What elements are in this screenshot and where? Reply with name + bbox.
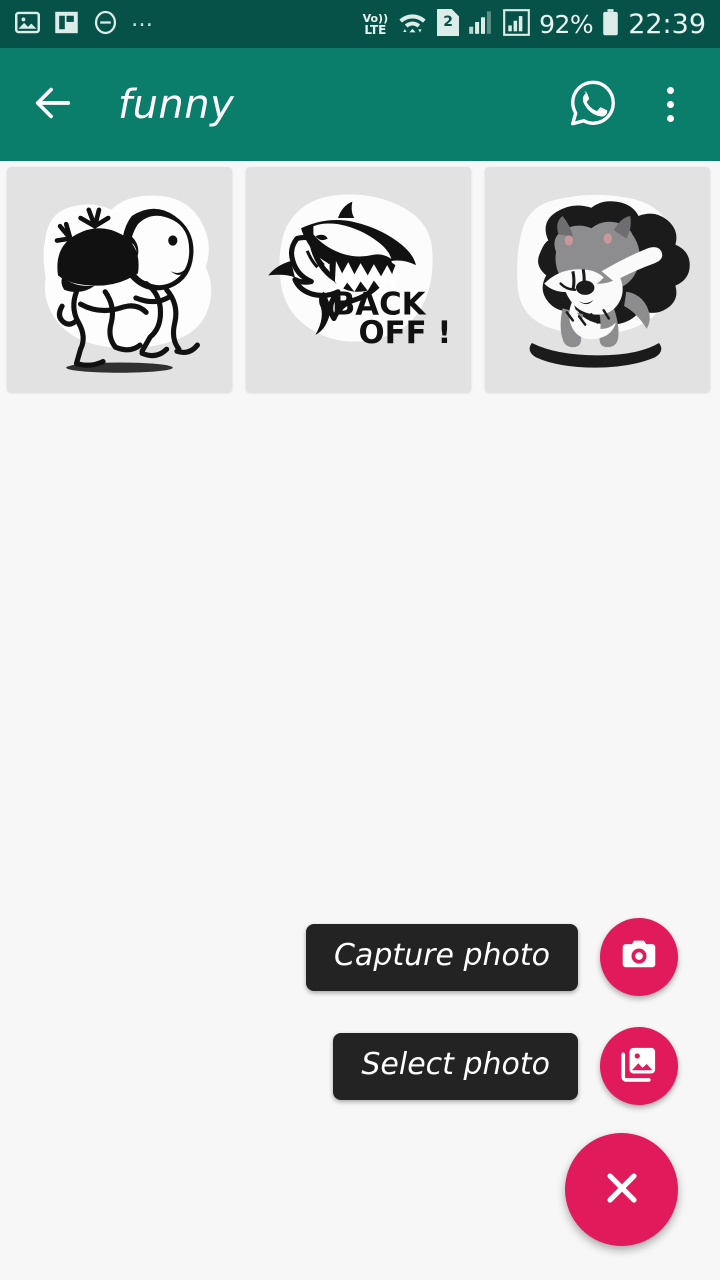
clock-label: 22:39 <box>628 8 706 40</box>
more-vertical-icon-dot3 <box>666 115 674 122</box>
page-title: funny <box>118 81 235 128</box>
status-bar-system: Vo)) LTE 2 92% 22:39 <box>363 9 706 40</box>
sticker-shark-back-off[interactable]: BACK OFF ! <box>246 167 471 392</box>
volte-indicator: Vo)) LTE <box>362 11 389 37</box>
overflow-menu-button[interactable] <box>642 74 698 136</box>
sim-slot-indicator: 2 <box>437 8 460 40</box>
sticker-kids-cartoon[interactable] <box>7 167 232 392</box>
select-photo-button[interactable] <box>600 1027 678 1105</box>
sticker-grid: BACK OFF ! <box>0 167 720 392</box>
more-vertical-icon <box>666 87 674 94</box>
fab-select-photo-row: Select photo <box>333 1027 678 1105</box>
signal-bars-icon <box>468 10 494 38</box>
sticker-dabbing-dog-image <box>517 194 690 368</box>
app-screen: … Vo)) LTE 2 92% 22:39 funny BACK OFF ! … <box>0 0 720 1280</box>
app-bar: funny <box>0 48 720 161</box>
do-not-disturb-icon <box>92 9 119 40</box>
sticker-kids-cartoon-image <box>43 195 212 373</box>
camera-icon <box>618 934 660 980</box>
share-whatsapp-button[interactable] <box>562 74 624 136</box>
wifi-updown-icon <box>397 9 428 40</box>
select-photo-label[interactable]: Select photo <box>333 1032 578 1100</box>
battery-percent-label: 92% <box>539 9 594 39</box>
signal-bars-boxed-icon <box>503 8 530 40</box>
capture-photo-label[interactable]: Capture photo <box>305 923 578 991</box>
photo-library-icon <box>618 1043 660 1089</box>
close-icon <box>598 1164 646 1216</box>
more-vertical-icon-dot2 <box>666 101 674 108</box>
more-notifications-icon: … <box>131 6 155 32</box>
capture-photo-button[interactable] <box>600 918 678 996</box>
sticker-shark-text-line2: OFF ! <box>359 315 452 351</box>
fab-capture-photo-row: Capture photo <box>305 918 678 996</box>
whatsapp-icon <box>566 76 620 134</box>
sticker-dabbing-dog[interactable] <box>485 167 710 392</box>
flipboard-notification-icon <box>53 9 80 40</box>
arrow-left-icon <box>30 80 76 130</box>
status-bar-notifications: … <box>14 6 155 40</box>
sticker-shark-back-off-image: BACK OFF ! <box>268 194 452 351</box>
close-fab-button[interactable] <box>565 1133 678 1246</box>
back-button[interactable] <box>22 74 84 136</box>
battery-icon <box>602 8 619 40</box>
status-bar: … Vo)) LTE 2 92% 22:39 <box>0 0 720 48</box>
image-notification-icon <box>14 9 41 40</box>
